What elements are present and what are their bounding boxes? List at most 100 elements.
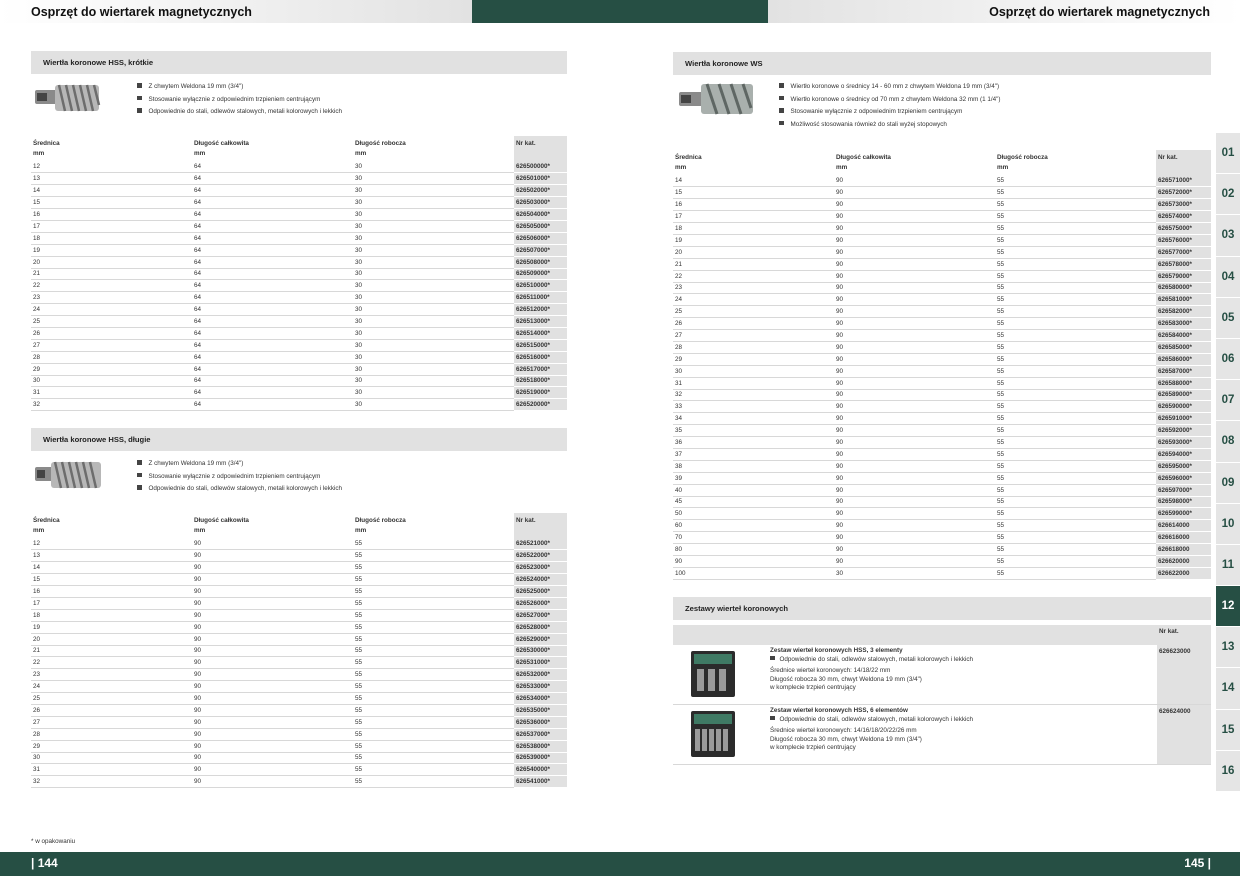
total-length-cell: 90 — [834, 246, 995, 259]
table-row: 28 90 55 626537000* — [31, 728, 567, 741]
table-row: 18 90 55 626575000* — [673, 222, 1211, 235]
total-length-cell: 90 — [834, 496, 995, 509]
set-diameters: Średnice wierteł koronowych: 14/16/18/20… — [770, 727, 917, 734]
chapter-tab-02[interactable]: 02 — [1216, 174, 1240, 216]
set-working-length: Długość robocza 30 mm, chwyt Weldona 19 … — [770, 675, 922, 683]
working-length-cell: 30 — [353, 375, 514, 388]
working-length-cell: 30 — [353, 339, 514, 352]
working-length-cell: 30 — [353, 327, 514, 340]
table-row: 25 90 55 626534000* — [31, 692, 567, 705]
diameter-cell: 19 — [31, 244, 192, 257]
diameter-cell: 90 — [673, 555, 834, 568]
chapter-tab-03[interactable]: 03 — [1216, 215, 1240, 257]
chapter-tab-05[interactable]: 05 — [1216, 297, 1240, 339]
catalog-number-cell: 626509000* — [514, 268, 567, 281]
working-length-cell: 30 — [353, 279, 514, 293]
column-header: Nr kat. — [1156, 150, 1211, 175]
diameter-cell: 20 — [31, 633, 192, 646]
chapter-tab-15[interactable]: 15 — [1216, 709, 1240, 751]
working-length-cell: 55 — [995, 198, 1156, 212]
table-row: 30 90 55 626587000* — [673, 365, 1211, 378]
total-length-cell: 90 — [834, 198, 995, 212]
diameter-cell: 31 — [31, 763, 192, 777]
catalog-number-cell: 626523000* — [514, 561, 567, 575]
table-row: 22 90 55 626531000* — [31, 656, 567, 670]
catalog-number-cell: 626599000* — [1156, 507, 1211, 521]
diameter-cell: 21 — [31, 645, 192, 658]
catalog-number-cell: 626576000* — [1156, 234, 1211, 247]
set-working-length: Długość robocza 30 mm, chwyt Weldona 19 … — [770, 735, 922, 743]
chapter-tab-12[interactable]: 12 — [1216, 586, 1240, 628]
total-length-cell: 64 — [192, 339, 353, 352]
total-length-cell: 90 — [834, 400, 995, 414]
section-ws: Wiertła koronowe WS — [673, 52, 1211, 75]
total-length-cell: 90 — [834, 234, 995, 247]
table-row: 32 90 55 626541000* — [31, 775, 567, 789]
diameter-cell: 13 — [31, 172, 192, 186]
table-row: 17 64 30 626505000* — [31, 220, 567, 233]
working-length-cell: 55 — [353, 561, 514, 575]
catalog-number-cell: 626537000* — [514, 728, 567, 741]
total-length-cell: 90 — [192, 621, 353, 634]
diameter-cell: 27 — [31, 716, 192, 729]
table-row: 12 90 55 626521000* — [31, 538, 567, 551]
working-length-cell: 55 — [995, 389, 1156, 402]
working-length-cell: 55 — [995, 246, 1156, 259]
diameter-cell: 80 — [673, 543, 834, 556]
diameter-cell: 12 — [31, 538, 192, 551]
set-bullet: Odpowiednie do stali, odlewów stalowych,… — [770, 656, 974, 665]
total-length-cell: 64 — [192, 268, 353, 281]
working-length-cell: 30 — [353, 291, 514, 305]
working-length-cell: 55 — [995, 353, 1156, 366]
working-length-cell: 55 — [995, 412, 1156, 426]
working-length-cell: 55 — [995, 186, 1156, 200]
section-hss-short: Wiertła koronowe HSS, krótkie — [31, 51, 567, 74]
diameter-cell: 25 — [31, 315, 192, 328]
catalog-number-cell: 626579000* — [1156, 270, 1211, 283]
chapter-tab-16[interactable]: 16 — [1216, 750, 1240, 792]
column-unit: mm — [33, 526, 45, 534]
chapter-tab-13[interactable]: 13 — [1216, 627, 1240, 669]
chapter-tab-06[interactable]: 06 — [1216, 338, 1240, 381]
working-length-cell: 30 — [353, 303, 514, 317]
diameter-cell: 18 — [673, 222, 834, 235]
table-row: 26 90 55 626583000* — [673, 317, 1211, 331]
column-unit: mm — [675, 163, 687, 171]
catalog-number-cell: 626571000* — [1156, 175, 1211, 188]
total-length-cell: 64 — [192, 386, 353, 400]
table-row: 23 90 55 626580000* — [673, 282, 1211, 295]
diameter-cell: 35 — [673, 424, 834, 438]
table-row: 14 90 55 626523000* — [31, 561, 567, 575]
diameter-cell: 45 — [673, 496, 834, 509]
chapter-tab-11[interactable]: 11 — [1216, 544, 1240, 587]
catalog-number-cell: 626592000* — [1156, 424, 1211, 438]
set-description: Zestaw wierteł koronowych HSS, 3 element… — [770, 647, 973, 693]
chapter-tab-14[interactable]: 14 — [1216, 668, 1240, 710]
chapter-tab-10[interactable]: 10 — [1216, 503, 1240, 545]
column-unit: mm — [355, 526, 367, 534]
catalog-number-cell: 626526000* — [514, 597, 567, 610]
diameter-cell: 19 — [673, 234, 834, 247]
working-length-cell: 55 — [353, 656, 514, 670]
total-length-cell: 90 — [192, 728, 353, 741]
chapter-tab-04[interactable]: 04 — [1216, 256, 1240, 298]
chapter-tab-08[interactable]: 08 — [1216, 421, 1240, 463]
chapter-tab-01[interactable]: 01 — [1216, 133, 1240, 175]
diameter-cell: 18 — [31, 232, 192, 245]
table-row: 16 90 55 626525000* — [31, 585, 567, 598]
table-row: 70 90 55 626616000 — [673, 531, 1211, 545]
working-length-cell: 55 — [353, 597, 514, 610]
catalog-number-cell: 626575000* — [1156, 222, 1211, 235]
catalog-number-cell: 626577000* — [1156, 246, 1211, 259]
chapter-tab-09[interactable]: 09 — [1216, 462, 1240, 504]
hss-short-core-drill-icon — [35, 84, 101, 112]
total-length-cell: 90 — [192, 561, 353, 575]
total-length-cell: 90 — [834, 472, 995, 485]
section-title: Wiertła koronowe HSS, krótkie — [31, 51, 567, 74]
working-length-cell: 55 — [995, 496, 1156, 509]
working-length-cell: 55 — [353, 728, 514, 741]
working-length-cell: 55 — [353, 716, 514, 729]
column-header-label: Długość robocza — [997, 154, 1048, 161]
chapter-tab-07[interactable]: 07 — [1216, 380, 1240, 422]
diameter-cell: 36 — [673, 436, 834, 449]
